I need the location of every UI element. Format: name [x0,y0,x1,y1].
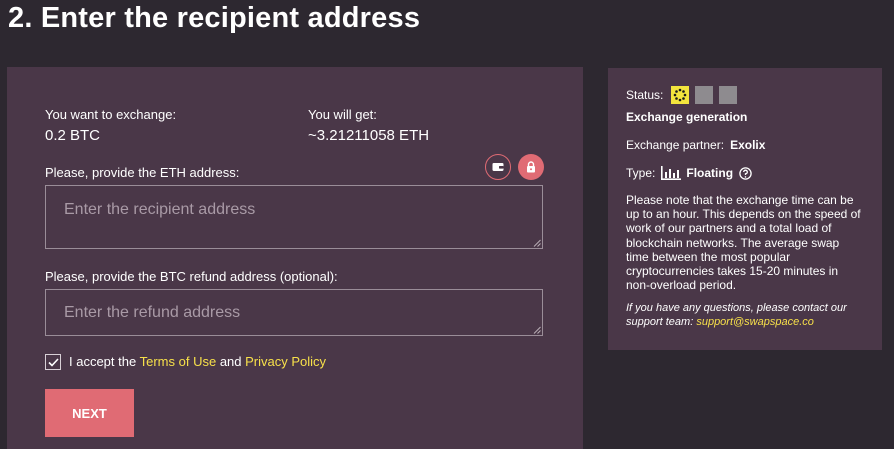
spinner-icon [674,88,687,102]
will-get-value: ~3.21211058 ETH [308,127,430,144]
accept-terms-text: I accept the Terms of Use and Privacy Po… [69,354,326,369]
status-label: Status: [626,88,664,102]
recipient-address-field[interactable] [45,185,543,249]
refund-address-field[interactable] [45,289,543,336]
eth-address-label: Please, provide the ETH address: [45,165,240,180]
type-label: Type: [626,166,656,180]
wallet-button[interactable] [485,154,511,180]
next-button[interactable]: NEXT [45,389,134,437]
check-icon [47,357,59,367]
privacy-policy-link[interactable]: Privacy Policy [245,354,326,369]
lock-button[interactable] [518,154,544,180]
partner-value: Exolix [730,138,766,152]
recipient-address-input[interactable] [46,186,542,248]
status-panel: Status: Exchange generation Exchange par… [608,68,882,350]
exchange-time-note: Please note that the exchange time can b… [626,193,861,293]
will-get-label: You will get: [308,107,377,122]
want-exchange-value: 0.2 BTC [45,127,101,144]
refund-address-label: Please, provide the BTC refund address (… [45,269,338,284]
status-step-active [671,86,690,104]
help-icon[interactable] [739,166,752,180]
resize-handle-icon[interactable] [533,239,541,247]
status-step-pending [719,86,738,104]
wallet-icon [492,163,504,171]
partner-label: Exchange partner: [626,138,725,152]
resize-handle-icon[interactable] [533,326,541,334]
contact-note: If you have any questions, please contac… [626,301,864,329]
status-row: Status: [626,86,864,104]
type-row: Type: Floating [626,166,864,180]
status-step-pending [695,86,714,104]
accept-and: and [219,354,242,369]
page-title: 2. Enter the recipient address [8,2,421,34]
accept-terms-checkbox[interactable] [45,354,61,370]
lock-icon [527,161,535,173]
terms-of-use-link[interactable]: Terms of Use [140,354,217,369]
bar-chart-icon [661,166,682,180]
type-value: Floating [686,166,734,180]
partner-row: Exchange partner: Exolix [626,138,864,152]
recipient-form-card: You want to exchange: 0.2 BTC You will g… [7,67,583,449]
accept-prefix: I accept the [69,354,137,369]
status-step-name: Exchange generation [626,110,748,124]
support-email-link[interactable]: support@swapspace.co [696,316,814,328]
want-exchange-label: You want to exchange: [45,107,177,122]
refund-address-input[interactable] [46,290,542,335]
